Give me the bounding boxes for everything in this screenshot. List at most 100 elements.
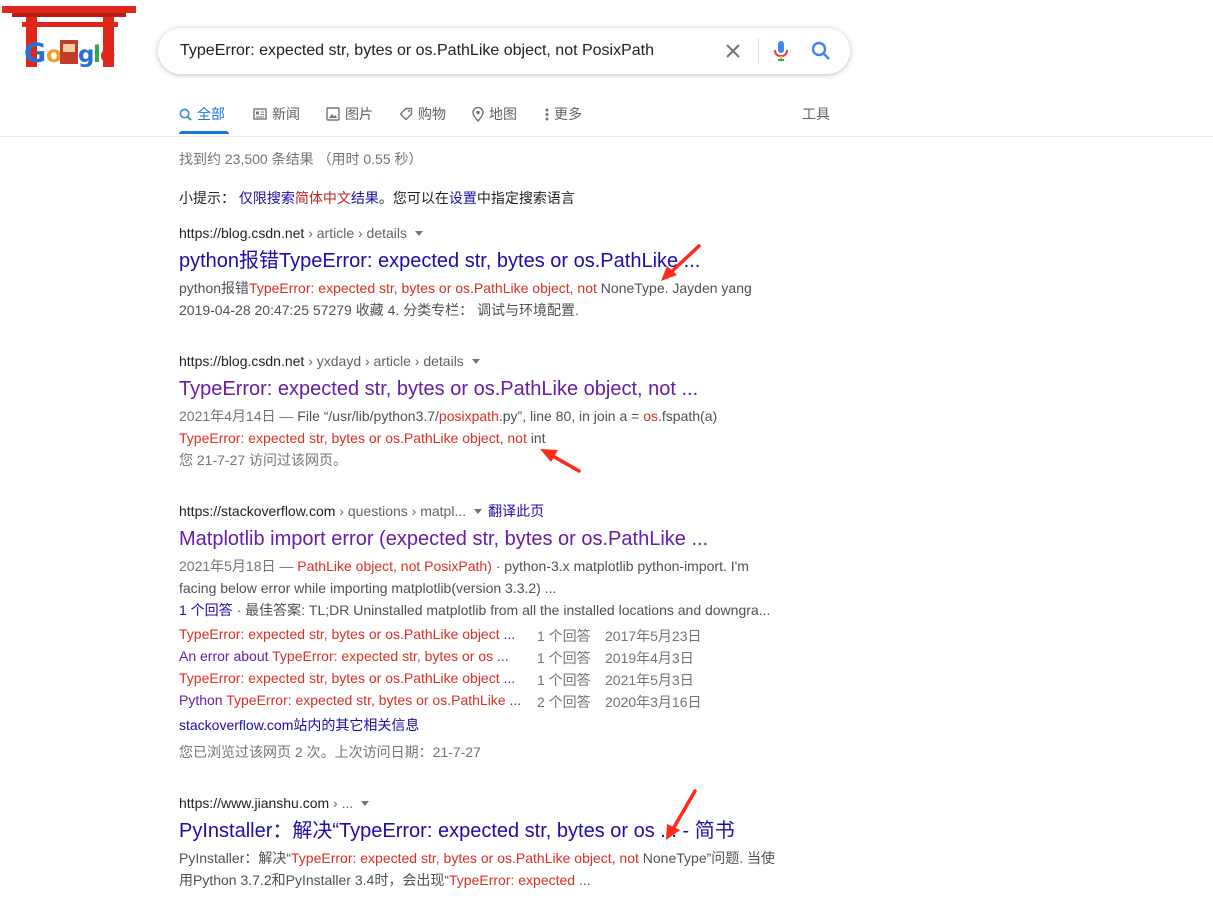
question-date: 2019年4月3日: [605, 650, 694, 666]
snippet-text: ...: [575, 872, 591, 888]
snippet-text: int: [526, 430, 546, 446]
snippet-text: 用Python 3.7.2和PyInstaller 3.4时，会出现“: [179, 872, 449, 888]
result-title[interactable]: Matplotlib import error (expected str, b…: [179, 526, 789, 552]
restrict-search-link[interactable]: 仅限搜索简体中文结果: [239, 190, 379, 206]
chevron-down-icon[interactable]: [415, 231, 424, 236]
snippet-text: python报错: [179, 280, 250, 296]
result-domain: https://www.jianshu.com: [179, 795, 330, 811]
question-suffix: ...: [505, 692, 522, 708]
hint-suffix: 中指定搜索语言: [476, 190, 575, 206]
tab-shopping-label: 购物: [418, 106, 446, 122]
clear-icon[interactable]: [720, 38, 746, 64]
svg-text:e: e: [100, 42, 116, 68]
active-tab-indicator: [179, 131, 229, 134]
tab-shopping[interactable]: 购物: [399, 104, 446, 124]
result-snippet-line: 用Python 3.7.2和PyInstaller 3.4时，会出现“TypeE…: [179, 869, 789, 891]
microphone-icon[interactable]: [768, 38, 794, 64]
tab-images-label: 图片: [345, 106, 373, 122]
related-question-row[interactable]: Python TypeError: expected str, bytes or…: [179, 692, 789, 714]
tab-all-label: 全部: [197, 106, 225, 122]
annotation-arrow-icon: [666, 789, 697, 840]
search-tabs: 全部 新闻 图片 购物 地图 更多 工具: [0, 98, 1213, 137]
question-date: 2017年5月23日: [605, 628, 702, 644]
question-date: 2020年3月16日: [605, 694, 702, 710]
translate-link[interactable]: 翻译此页: [488, 503, 544, 519]
snippet-text: NoneType”问题. 当使: [638, 850, 776, 866]
search-box[interactable]: TypeError: expected str, bytes or os.Pat…: [158, 28, 850, 74]
snippet-highlight: TypeError: expected str, bytes or os.Pat…: [249, 280, 597, 296]
related-question-row[interactable]: An error about TypeError: expected str, …: [179, 648, 789, 670]
snippet-highlight: TypeError: expected str, bytes or os.Pat…: [179, 430, 527, 446]
result-date: 2021年5月18日 —: [179, 558, 298, 574]
result-domain: https://blog.csdn.net: [179, 353, 305, 369]
question-prefix: Python: [179, 692, 227, 708]
hint-link-a: 仅限搜索: [238, 190, 295, 206]
related-question-row[interactable]: TypeError: expected str, bytes or os.Pat…: [179, 670, 789, 692]
tab-news[interactable]: 新闻: [253, 104, 300, 124]
snippet-highlight: TypeError: expected str, bytes or os: [272, 648, 494, 664]
tab-more[interactable]: 更多: [545, 104, 582, 124]
snippet-text: PyInstaller：解决“: [179, 850, 292, 866]
settings-link[interactable]: 设置: [449, 190, 477, 206]
chevron-down-icon[interactable]: [361, 801, 370, 806]
snippet-highlight: posixpath: [438, 408, 499, 424]
hint-mid: 。您可以在: [378, 190, 449, 206]
answer-count: 1 个回答: [537, 628, 591, 644]
result-url[interactable]: https://blog.csdn.net › yxdayd › article…: [179, 351, 789, 371]
related-question-title[interactable]: An error about TypeError: expected str, …: [179, 648, 509, 664]
chevron-down-icon[interactable]: [474, 509, 483, 514]
result-snippet-line: facing below error while importing matpl…: [179, 580, 557, 596]
more-vert-icon: [545, 108, 549, 120]
map-pin-icon: [472, 106, 484, 122]
tab-tools-label: 工具: [802, 106, 830, 122]
answers-link[interactable]: 1 个回答: [179, 602, 233, 618]
more-results-link[interactable]: stackoverflow.com站内的其它相关信息: [179, 714, 789, 736]
related-question-row[interactable]: TypeError: expected str, bytes or os.Pat…: [179, 626, 789, 648]
image-icon: [326, 107, 340, 121]
result-date: 2021年4月14日 —: [179, 408, 298, 424]
hint-link-c: 结果: [350, 190, 379, 206]
related-question-title[interactable]: TypeError: expected str, bytes or os.Pat…: [179, 626, 515, 642]
result-breadcrumbs: › yxdayd › article › details: [304, 353, 464, 369]
snippet-highlight: TypeError: expected str, bytes or os.Pat…: [179, 670, 500, 686]
related-question-title[interactable]: TypeError: expected str, bytes or os.Pat…: [179, 670, 515, 686]
language-hint: 小提示： 仅限搜索简体中文结果。您可以在设置中指定搜索语言: [179, 188, 575, 208]
snippet-highlight: os: [643, 408, 659, 424]
answer-count: 1 个回答: [537, 650, 591, 666]
search-icon[interactable]: [808, 38, 834, 64]
snippet-text: .fspath(a): [658, 408, 718, 424]
result-snippet-line: TypeError: expected str, bytes or os.Pat…: [179, 427, 789, 449]
snippet-text: File “/usr/lib/python3.7/: [297, 408, 439, 424]
answer-count: 1 个回答: [537, 672, 591, 688]
search-box-divider: [758, 38, 759, 64]
hint-link-b: 简体中文: [294, 190, 351, 206]
hint-prefix: 小提示：: [179, 190, 235, 206]
annotation-arrow-icon: [661, 244, 701, 281]
tab-images[interactable]: 图片: [326, 104, 373, 124]
result-title[interactable]: TypeError: expected str, bytes or os.Pat…: [179, 376, 789, 402]
result-url[interactable]: https://stackoverflow.com › questions › …: [179, 501, 789, 521]
tab-tools[interactable]: 工具: [802, 104, 830, 124]
related-question-title[interactable]: Python TypeError: expected str, bytes or…: [179, 692, 521, 708]
snippet-highlight: TypeError: expected str, bytes or os.Pat…: [226, 692, 506, 708]
tab-maps-label: 地图: [489, 106, 517, 122]
annotation-arrow-icon: [540, 449, 581, 473]
snippet-text: .py”, line 80, in join a =: [498, 408, 644, 424]
tab-news-label: 新闻: [272, 106, 300, 122]
search-input[interactable]: TypeError: expected str, bytes or os.Pat…: [180, 42, 654, 60]
google-doodle-logo[interactable]: G o g l e: [0, 0, 140, 80]
tab-maps[interactable]: 地图: [472, 104, 517, 124]
result-breadcrumbs: › ...: [329, 795, 354, 811]
search-icon: [179, 108, 192, 121]
result-breadcrumbs: › article › details: [304, 225, 408, 241]
torii-gate-icon: G o g l e: [2, 6, 136, 69]
snippet-text: · python-3.x matplotlib python-import. I…: [491, 558, 749, 574]
search-result: https://stackoverflow.com › questions › …: [179, 501, 789, 763]
svg-text:G: G: [24, 38, 46, 69]
visited-note: 您 21-7-27 访问过该网页。: [179, 452, 348, 468]
result-answers-line: 1 个回答 · 最佳答案: TL;DR Uninstalled matplotl…: [179, 599, 789, 621]
question-suffix: ...: [493, 648, 509, 664]
chevron-down-icon[interactable]: [471, 359, 480, 364]
tab-all[interactable]: 全部: [179, 104, 225, 124]
svg-text:o: o: [46, 42, 62, 68]
